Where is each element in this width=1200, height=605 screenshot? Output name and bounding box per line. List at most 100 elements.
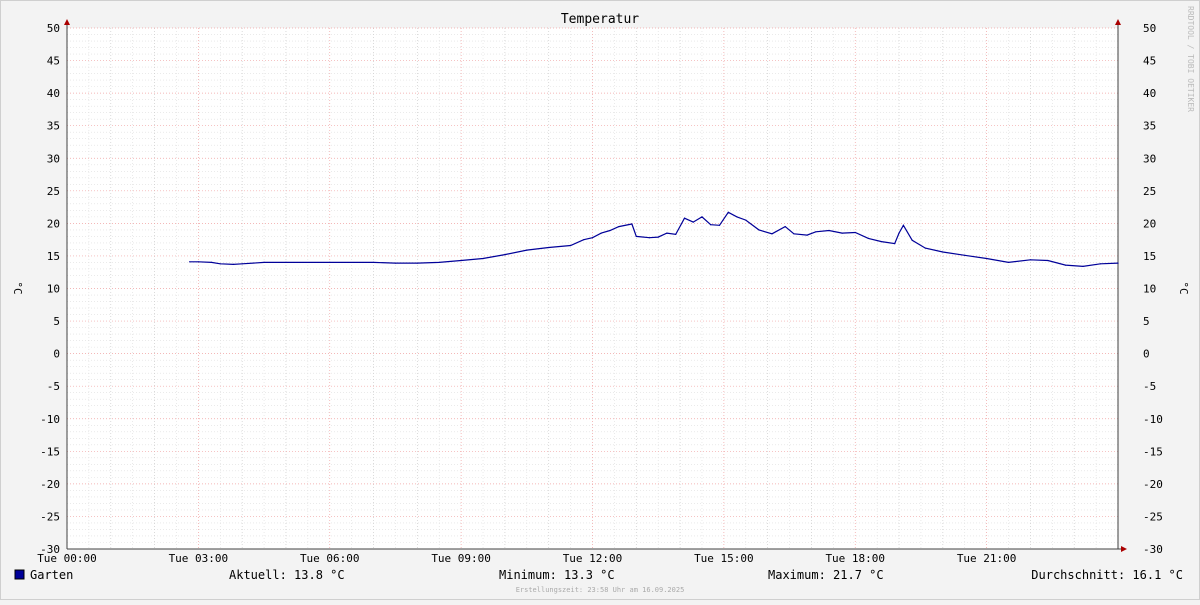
series-point-garten <box>1029 259 1031 261</box>
y-tick-label-right: -25 <box>1143 510 1163 523</box>
y-tick-label-right: 50 <box>1143 22 1156 35</box>
series-point-garten <box>631 223 633 225</box>
legend-minimum: Minimum: 13.3 °C <box>499 568 615 582</box>
series-point-garten <box>232 263 234 265</box>
series-point-garten <box>806 234 808 236</box>
series-point-garten <box>736 216 738 218</box>
series-point-garten <box>591 237 594 239</box>
legend-average: Durchschnitt: 16.1 °C <box>1031 568 1183 582</box>
series-point-garten <box>911 239 913 241</box>
legend-current: Aktuell: 13.8 °C <box>229 568 345 582</box>
x-tick-label: Tue 15:00 <box>694 552 754 565</box>
y-tick-label-left: 20 <box>47 217 60 230</box>
y-axis-label-right: °C <box>1177 281 1190 294</box>
y-tick-label-left: -10 <box>40 413 60 426</box>
series-point-garten <box>504 254 506 256</box>
series-point-garten <box>1047 259 1049 262</box>
x-tick-label: Tue 21:00 <box>957 552 1017 565</box>
series-point-garten <box>460 259 462 262</box>
x-tick-label: Tue 03:00 <box>169 552 229 565</box>
series-point-garten <box>482 257 484 260</box>
y-tick-label-left: 0 <box>53 348 60 361</box>
x-tick-label: Tue 00:00 <box>37 552 97 565</box>
series-point-garten <box>880 241 883 243</box>
y-tick-label-right: 10 <box>1143 283 1156 296</box>
y-tick-label-left: 35 <box>47 120 60 133</box>
series-point-garten <box>657 236 659 238</box>
series-point-garten <box>1117 262 1119 264</box>
series-point-garten <box>986 257 988 260</box>
series-point-garten <box>815 231 817 233</box>
y-tick-label-right: 25 <box>1143 185 1156 198</box>
series-point-garten <box>924 247 926 249</box>
series-point-garten <box>210 261 213 263</box>
series-point-garten <box>1082 265 1084 267</box>
series-point-garten <box>1064 264 1067 266</box>
series-point-garten <box>675 233 677 235</box>
series-point-garten <box>828 229 830 232</box>
series-point-garten <box>241 263 243 265</box>
y-tick-label-right: 0 <box>1143 348 1150 361</box>
series-point-garten <box>771 233 773 235</box>
y-tick-label-left: -20 <box>40 478 60 491</box>
y-tick-label-left: 30 <box>47 152 60 165</box>
y-tick-label-left: 10 <box>47 283 60 296</box>
y-tick-label-right: -10 <box>1143 413 1163 426</box>
series-point-garten <box>1007 261 1010 263</box>
y-tick-label-left: 50 <box>47 22 60 35</box>
series-point-garten <box>570 244 572 247</box>
y-tick-label-right: 40 <box>1143 87 1156 100</box>
series-point-garten <box>329 261 331 263</box>
x-tick-label: Tue 09:00 <box>431 552 491 565</box>
y-tick-label-right: 45 <box>1143 55 1156 68</box>
y-tick-label-left: 15 <box>47 250 60 263</box>
series-point-garten <box>727 211 729 213</box>
chart-canvas: 50454035302520151050-5-10-15-20-25-30 50… <box>0 0 1200 600</box>
series-point-garten <box>692 221 694 223</box>
series-point-garten <box>583 239 585 241</box>
series-point-garten <box>526 249 528 251</box>
x-tick-label: Tue 06:00 <box>300 552 360 565</box>
series-point-garten <box>898 232 900 234</box>
legend-series-name: Garten <box>30 568 73 582</box>
series-point-garten <box>854 231 856 234</box>
temperature-chart: 50 45 40 35 30 25 20 15 10 5 0 -5 -10 -15 -20 -25 -30 50… <box>0 0 1200 600</box>
series-point-garten <box>548 246 550 249</box>
y-tick-label-right: 20 <box>1143 217 1156 230</box>
series-point-garten <box>841 232 843 234</box>
chart-title: Temperatur <box>561 12 639 27</box>
series-point-garten <box>416 262 418 264</box>
series-point-garten <box>758 229 760 231</box>
series-point-garten <box>683 217 686 219</box>
y-tick-label-right: -15 <box>1143 445 1163 458</box>
series-point-garten <box>793 233 795 235</box>
creation-time: Erstellungszeit: 23:58 Uhr am 16.09.2025 <box>516 586 685 594</box>
series-point-garten <box>666 232 668 234</box>
y-tick-label-right: -5 <box>1143 380 1156 393</box>
y-tick-label-right: 5 <box>1143 315 1150 328</box>
series-point-garten <box>189 261 191 263</box>
series-point-garten <box>701 216 703 218</box>
y-tick-label-left: -15 <box>40 445 60 458</box>
y-tick-label-left: 25 <box>47 185 60 198</box>
series-point-garten <box>438 261 440 263</box>
series-point-garten <box>618 226 620 228</box>
x-tick-label: Tue 12:00 <box>563 552 623 565</box>
series-point-garten <box>263 261 265 263</box>
rrdtool-watermark: RRDTOOL / TOBI OETIKER <box>1186 6 1195 112</box>
series-point-garten <box>1099 263 1102 265</box>
y-tick-label-left: 45 <box>47 55 60 68</box>
legend-maximum: Maximum: 21.7 °C <box>768 568 884 582</box>
series-point-garten <box>964 254 966 256</box>
series-point-garten <box>197 261 199 263</box>
series-point-garten <box>635 235 637 237</box>
series-point-garten <box>285 261 287 263</box>
series-point-garten <box>718 224 721 226</box>
y-tick-label-left: 40 <box>47 87 60 100</box>
series-point-garten <box>219 263 221 265</box>
series-point-garten <box>600 232 602 234</box>
series-point-garten <box>867 237 870 239</box>
y-tick-label-left: -5 <box>47 380 60 393</box>
series-point-garten <box>648 237 651 239</box>
y-tick-label-right: 35 <box>1143 120 1156 133</box>
